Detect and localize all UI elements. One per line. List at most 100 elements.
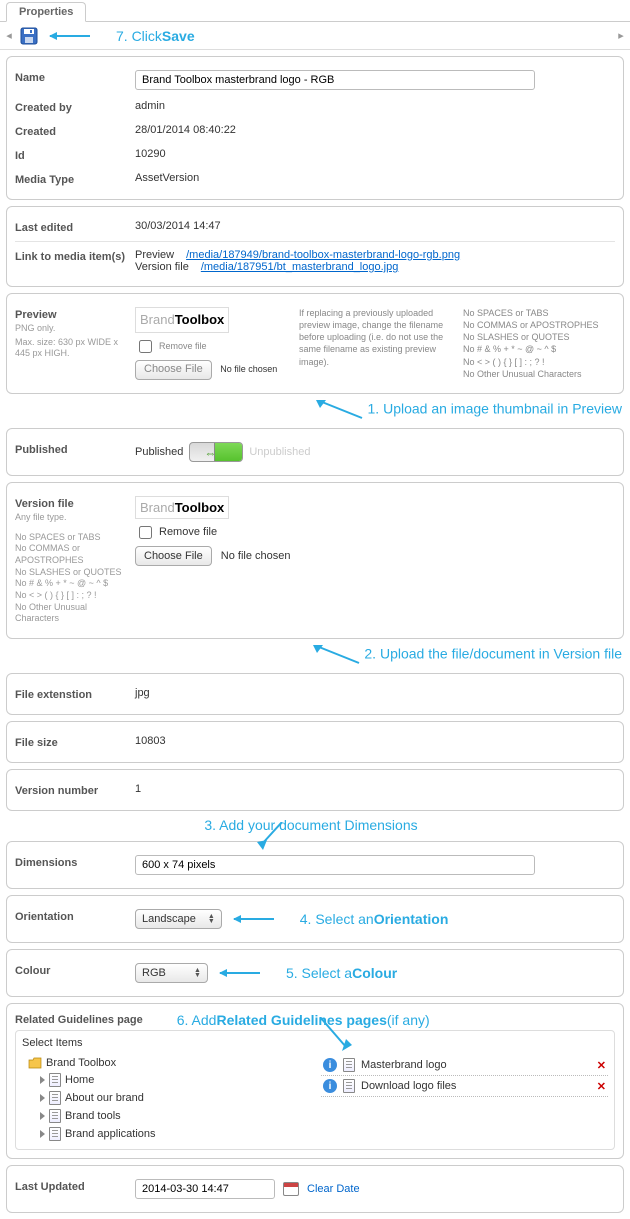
- label-linkto: Link to media item(s): [15, 249, 135, 263]
- panel-lastupdated: Last Updated Clear Date: [6, 1165, 624, 1213]
- toolbar-scroll-right[interactable]: ▸: [616, 29, 626, 42]
- save-button[interactable]: [20, 27, 38, 45]
- label-fileext: File extenstion: [15, 687, 135, 701]
- annotation-4: 4. Select an Orientation: [300, 911, 449, 927]
- tree-item[interactable]: About our brand: [22, 1089, 309, 1107]
- lastupdated-input[interactable]: [135, 1179, 275, 1199]
- page-icon: [49, 1091, 61, 1105]
- panel-versionnum: Version number 1: [6, 769, 624, 811]
- panel-fileext: File extenstion jpg: [6, 673, 624, 715]
- label-lastedited: Last edited: [15, 220, 135, 234]
- related-selected-row: i Masterbrand logo ✕: [321, 1055, 608, 1076]
- versionfile-no-file: No file chosen: [221, 550, 291, 562]
- page-icon: [343, 1058, 355, 1072]
- panel-preview: Preview PNG only. Max. size: 630 px WIDE…: [6, 293, 624, 394]
- annotation-arrow: [220, 972, 260, 974]
- panel-published: Published Published ⇔ Unpublished: [6, 428, 624, 476]
- chevron-right-icon: [40, 1130, 45, 1138]
- chevron-right-icon: [40, 1076, 45, 1084]
- preview-choose-file-button[interactable]: Choose File: [135, 360, 212, 380]
- link-versionfile[interactable]: /media/187951/bt_masterbrand_logo.jpg: [201, 261, 399, 273]
- versionfile-thumbnail: BrandToolbox: [135, 496, 229, 519]
- panel-orientation: Orientation Landscape▲▼ 4. Select an Ori…: [6, 895, 624, 943]
- versionfile-notes: No SPACES or TABS No COMMAS or APOSTROPH…: [15, 532, 129, 626]
- annotation-7: 7. Click Save: [116, 28, 195, 44]
- preview-note-replace: If replacing a previously uploaded previ…: [299, 307, 451, 380]
- value-id: 10290: [135, 148, 615, 160]
- panel-basic: Name Created by admin Created 28/01/2014…: [6, 56, 624, 200]
- page-icon: [343, 1079, 355, 1093]
- published-on-label: Published: [135, 446, 183, 458]
- annotation-2: 2. Upload the file/document in Version f…: [0, 645, 622, 665]
- tab-bar: Properties: [0, 0, 630, 22]
- annotation-6: 6. Add Related Guidelines pages (if any): [177, 1012, 430, 1028]
- label-orientation: Orientation: [15, 909, 135, 923]
- tree-item[interactable]: Brand applications: [22, 1125, 309, 1143]
- save-icon: [20, 27, 38, 45]
- name-input[interactable]: [135, 70, 535, 90]
- chevron-right-icon: [40, 1112, 45, 1120]
- annotation-1: 1. Upload an image thumbnail in Preview: [0, 400, 622, 420]
- value-created: 28/01/2014 08:40:22: [135, 124, 615, 136]
- value-lastedited: 30/03/2014 14:47: [135, 220, 615, 232]
- info-icon[interactable]: i: [323, 1079, 337, 1093]
- related-tree: Select Items Brand Toolbox Home About ou…: [15, 1030, 615, 1150]
- label-versionfile: Version file: [15, 498, 129, 510]
- preview-thumbnail: BrandToolbox: [135, 307, 229, 333]
- annotation-arrow: [316, 1017, 356, 1057]
- label-lastupdated: Last Updated: [15, 1179, 135, 1193]
- tab-properties[interactable]: Properties: [6, 2, 86, 22]
- value-versionnum: 1: [135, 783, 615, 795]
- related-selected-label: Download logo files: [361, 1080, 456, 1092]
- versionfile-sub1: Any file type.: [15, 512, 129, 524]
- info-icon[interactable]: i: [323, 1058, 337, 1072]
- clear-date-link[interactable]: Clear Date: [307, 1183, 360, 1195]
- preview-note-chars: No SPACES or TABS No COMMAS or APOSTROPH…: [463, 307, 615, 380]
- label-colour: Colour: [15, 963, 135, 977]
- annotation-5: 5. Select a Colour: [286, 965, 397, 981]
- versionfile-choose-file-button[interactable]: Choose File: [135, 546, 212, 566]
- folder-icon: [28, 1057, 42, 1069]
- remove-icon[interactable]: ✕: [597, 1059, 606, 1072]
- label-created: Created: [15, 124, 135, 138]
- dimensions-input[interactable]: [135, 855, 535, 875]
- versionfile-remove-checkbox[interactable]: [139, 526, 152, 539]
- page-icon: [49, 1127, 61, 1141]
- published-toggle[interactable]: ⇔: [189, 442, 243, 462]
- annotation-arrow: [257, 822, 287, 852]
- label-related: Related Guidelines page: [15, 1014, 143, 1026]
- tree-root[interactable]: Brand Toolbox: [22, 1055, 309, 1071]
- link-versionfile-label: Version file: [135, 261, 189, 273]
- label-filesize: File size: [15, 735, 135, 749]
- related-selected-label: Masterbrand logo: [361, 1059, 447, 1071]
- orientation-select[interactable]: Landscape▲▼: [135, 909, 222, 929]
- colour-select[interactable]: RGB▲▼: [135, 963, 208, 983]
- toolbar: ◂ 7. Click Save ▸: [0, 22, 630, 50]
- label-name: Name: [15, 70, 135, 84]
- preview-sub1: PNG only.: [15, 323, 129, 335]
- label-published: Published: [15, 442, 135, 456]
- remove-icon[interactable]: ✕: [597, 1080, 606, 1093]
- page-icon: [49, 1109, 61, 1123]
- value-fileext: jpg: [135, 687, 615, 699]
- value-mediatype: AssetVersion: [135, 172, 615, 184]
- preview-remove-checkbox[interactable]: [139, 340, 152, 353]
- label-preview: Preview: [15, 309, 129, 321]
- annotation-3: 3. Add your document Dimensions: [0, 817, 622, 833]
- link-preview-label: Preview: [135, 249, 174, 261]
- label-dimensions: Dimensions: [15, 855, 135, 869]
- link-preview[interactable]: /media/187949/brand-toolbox-masterbrand-…: [186, 249, 460, 261]
- annotation-arrow: [234, 918, 274, 920]
- label-id: Id: [15, 148, 135, 162]
- calendar-icon[interactable]: [283, 1182, 299, 1196]
- versionfile-remove-label: Remove file: [159, 526, 217, 538]
- page-icon: [49, 1073, 61, 1087]
- panel-colour: Colour RGB▲▼ 5. Select a Colour: [6, 949, 624, 997]
- label-versionnum: Version number: [15, 783, 135, 797]
- tree-item[interactable]: Brand tools: [22, 1107, 309, 1125]
- toolbar-scroll-left[interactable]: ◂: [4, 29, 14, 42]
- tree-item[interactable]: Home: [22, 1071, 309, 1089]
- related-select-items-label: Select Items: [22, 1037, 608, 1049]
- panel-filesize: File size 10803: [6, 721, 624, 763]
- panel-dimensions: Dimensions: [6, 841, 624, 889]
